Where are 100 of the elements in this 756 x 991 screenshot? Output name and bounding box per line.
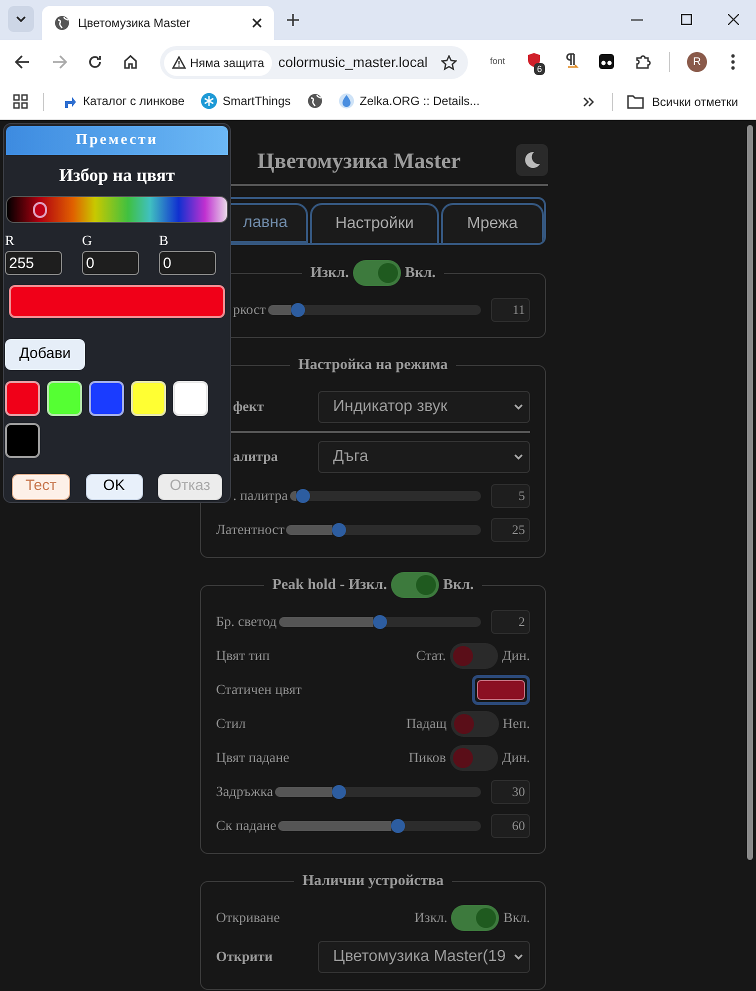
color-swatch[interactable] xyxy=(89,380,124,416)
slider-track[interactable] xyxy=(286,525,481,535)
close-window-icon[interactable] xyxy=(728,14,739,25)
slider-track[interactable] xyxy=(275,787,481,797)
dialog-title: Избор на цвят xyxy=(58,164,176,187)
tab[interactable]: Мрежа xyxy=(440,203,544,243)
chevron-double-right-icon[interactable] xyxy=(583,97,594,107)
scrollbar-thumb[interactable] xyxy=(747,125,753,860)
chevron-down-icon xyxy=(514,404,523,410)
chevron-down-icon xyxy=(16,16,26,22)
security-chip[interactable]: Няма защита xyxy=(164,50,272,76)
value-field[interactable]: 2 xyxy=(491,610,530,634)
all-bookmarks-button[interactable]: Всички отметки xyxy=(627,91,738,113)
add-color-button[interactable]: Добави xyxy=(5,338,85,370)
toggle-switch[interactable] xyxy=(450,745,498,771)
extension-icon[interactable] xyxy=(599,54,614,69)
slider-label: . палитра xyxy=(232,488,288,506)
maximize-icon[interactable] xyxy=(681,14,692,25)
channel-label: B xyxy=(159,235,170,249)
switch-on-label: Неп. xyxy=(502,716,530,734)
switch-label: Откриване xyxy=(216,910,281,928)
bookmark-link[interactable]: Zelka.ORG :: Details... xyxy=(336,90,482,112)
slider-thumb[interactable] xyxy=(332,523,346,537)
slider-track[interactable] xyxy=(290,491,481,501)
slider-thumb[interactable] xyxy=(390,819,405,833)
value-field[interactable]: 60 xyxy=(491,814,530,838)
switch-label: Цвят падане xyxy=(216,750,290,768)
dropdown[interactable]: Дъга xyxy=(318,441,530,473)
extension-label[interactable]: font xyxy=(490,55,506,68)
ok-button[interactable]: OK xyxy=(86,474,142,500)
switch-on-label: Дин. xyxy=(502,648,530,666)
slider-track[interactable] xyxy=(278,617,481,627)
switch-on-label: Вкл. xyxy=(503,910,530,928)
slider-label: Ск падане xyxy=(216,818,276,836)
switch-off-label: Падащ xyxy=(406,716,447,734)
color-swatch[interactable] xyxy=(173,380,208,416)
slider-thumb[interactable] xyxy=(332,785,346,799)
toggle-switch[interactable] xyxy=(390,572,439,598)
globe-icon xyxy=(306,93,323,109)
channel-input[interactable]: 0 xyxy=(159,251,216,275)
slider-label: ркост xyxy=(232,302,266,320)
bookmark-link[interactable]: SmartThings xyxy=(198,90,293,112)
toggle-switch[interactable] xyxy=(450,711,499,737)
slider-thumb[interactable] xyxy=(372,615,387,629)
reload-icon[interactable] xyxy=(88,55,102,69)
back-icon[interactable] xyxy=(15,55,30,69)
apps-icon[interactable] xyxy=(13,94,28,109)
tab-list-button[interactable] xyxy=(8,6,34,32)
slider-label: Задръжка xyxy=(216,784,274,802)
section-title: Налични устройства xyxy=(302,872,444,891)
channel-label: G xyxy=(82,235,94,249)
toggle-switch[interactable] xyxy=(352,260,401,286)
dropdown[interactable]: Цветомузика Master(19 xyxy=(318,941,530,973)
tab[interactable]: Настройки xyxy=(310,203,439,243)
switch-off-label: Пиков xyxy=(408,750,446,768)
globe-icon xyxy=(54,15,70,31)
value-field[interactable]: 25 xyxy=(491,518,530,542)
slider-thumb[interactable] xyxy=(296,489,310,503)
dropdown[interactable]: Индикатор звук xyxy=(318,391,530,423)
drop-icon xyxy=(338,93,354,109)
slider-track[interactable] xyxy=(278,821,481,831)
theme-toggle-button[interactable] xyxy=(516,144,548,176)
puzzle-icon[interactable] xyxy=(635,53,652,70)
color-label: Статичен цвят xyxy=(216,682,303,700)
browser-tab[interactable]: Цветомузика Master xyxy=(42,6,274,40)
security-label: Няма защита xyxy=(190,54,264,72)
value-field[interactable]: 30 xyxy=(491,780,530,804)
color-swatch[interactable] xyxy=(5,422,40,458)
slider-label: Латентност xyxy=(216,522,284,540)
menu-icon[interactable] xyxy=(731,54,735,70)
hue-thumb[interactable] xyxy=(33,202,47,218)
home-icon[interactable] xyxy=(123,54,138,69)
profile-avatar[interactable]: R xyxy=(687,52,707,72)
pilcrow-icon[interactable] xyxy=(564,52,580,70)
channel-label: R xyxy=(5,235,16,249)
toggle-switch[interactable] xyxy=(451,905,500,931)
value-field[interactable]: 5 xyxy=(491,484,530,508)
slider-track[interactable] xyxy=(268,305,481,315)
toggle-switch[interactable] xyxy=(450,643,498,669)
snowflake-icon xyxy=(200,93,217,109)
address-bar[interactable]: Няма защита colormusic_master.local xyxy=(160,46,468,79)
value-field[interactable]: 11 xyxy=(491,298,530,322)
switch-off-label: Стат. xyxy=(416,648,446,666)
new-tab-icon[interactable] xyxy=(287,14,299,26)
star-icon[interactable] xyxy=(441,54,457,70)
tab-title: Цветомузика Master xyxy=(78,15,192,32)
hue-slider[interactable] xyxy=(6,196,228,223)
slider-thumb[interactable] xyxy=(290,303,305,317)
channel-input[interactable]: 0 xyxy=(82,251,139,275)
channel-input[interactable]: 255 xyxy=(5,251,62,275)
bookmark-link[interactable]: Каталог с линкове xyxy=(60,90,187,112)
switch-label: Стил xyxy=(216,716,247,734)
minimize-icon[interactable] xyxy=(631,19,643,21)
color-swatch-button[interactable] xyxy=(477,680,525,700)
color-swatch[interactable] xyxy=(131,380,166,416)
color-swatch[interactable] xyxy=(47,380,82,416)
close-icon[interactable] xyxy=(252,18,262,28)
moon-icon xyxy=(523,151,541,169)
color-swatch[interactable] xyxy=(5,380,40,416)
select-label: Открити xyxy=(216,948,274,966)
